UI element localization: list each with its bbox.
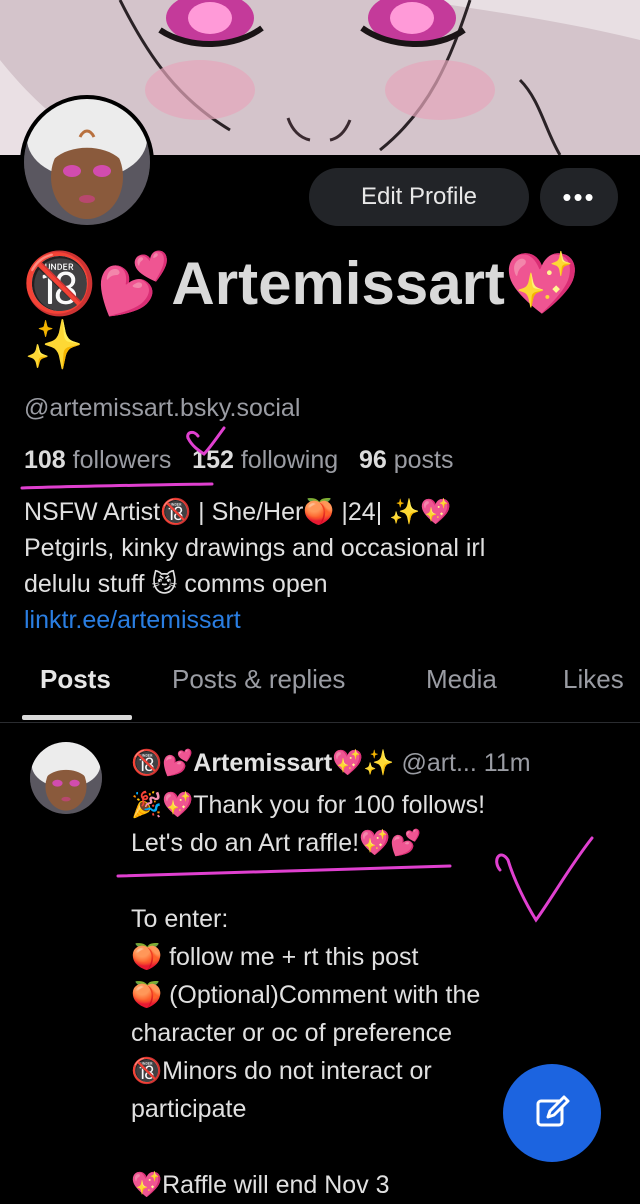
name-sparkle-emoji: ✨ [24,317,84,373]
more-options-button[interactable]: ••• [540,168,618,226]
post-line: 🎉💖Thank you for 100 follows! [131,791,486,819]
post-author-handle[interactable]: @art... [401,749,476,777]
tab-media[interactable]: Media [426,664,497,695]
post-line: character or oc of preference [131,1019,452,1047]
tab-posts-replies[interactable]: Posts & replies [172,664,345,695]
pink-annotation-underline-heart [20,426,226,490]
post-author-prefix: 🔞💕 [131,748,194,777]
bio-line: NSFW Artist🔞 | She/Her🍑 |24| ✨💖 [24,498,452,526]
compose-button[interactable] [503,1064,601,1162]
tab-likes[interactable]: Likes [563,664,624,695]
name-suffix-emoji: 💖 [504,249,580,319]
tab-posts[interactable]: Posts [40,664,111,695]
post-line: 💖Raffle will end Nov 3 [131,1171,390,1199]
post-header: 🔞💕Artemissart💖✨ @art... 11m [131,748,531,778]
post-line: 🍑 (Optional)Comment with the [131,981,481,1009]
profile-tabs: Posts Posts & replies Media Likes [0,660,640,723]
post-author-suffix: 💖✨ [332,748,395,777]
post-line: 🍑 follow me + rt this post [131,943,419,971]
profile-bio: NSFW Artist🔞 | She/Her🍑 |24| ✨💖 Petgirls… [24,494,624,638]
post-author-avatar[interactable] [30,742,102,814]
profile-avatar[interactable] [20,95,154,229]
active-tab-indicator [22,715,132,720]
avatar-artwork [30,742,102,814]
post-author-name[interactable]: Artemissart [193,749,332,777]
bio-link[interactable]: linktr.ee/artemissart [24,602,624,638]
bio-line: delulu stuff 😼 comms open [24,570,328,598]
more-dots-icon: ••• [562,181,596,212]
post-time: 11m [483,749,531,777]
display-name: 🔞💕Artemissart💖 [22,248,580,319]
avatar-artwork [24,99,150,225]
edit-profile-button[interactable]: Edit Profile [309,168,529,226]
display-name-text: Artemissart [171,250,505,317]
name-prefix-emoji: 🔞💕 [22,249,172,319]
compose-icon [536,1095,570,1127]
pink-annotation-post [116,836,594,923]
bio-line: Petgirls, kinky drawings and occasional … [24,534,486,562]
profile-handle: @artemissart.bsky.social [24,394,301,422]
